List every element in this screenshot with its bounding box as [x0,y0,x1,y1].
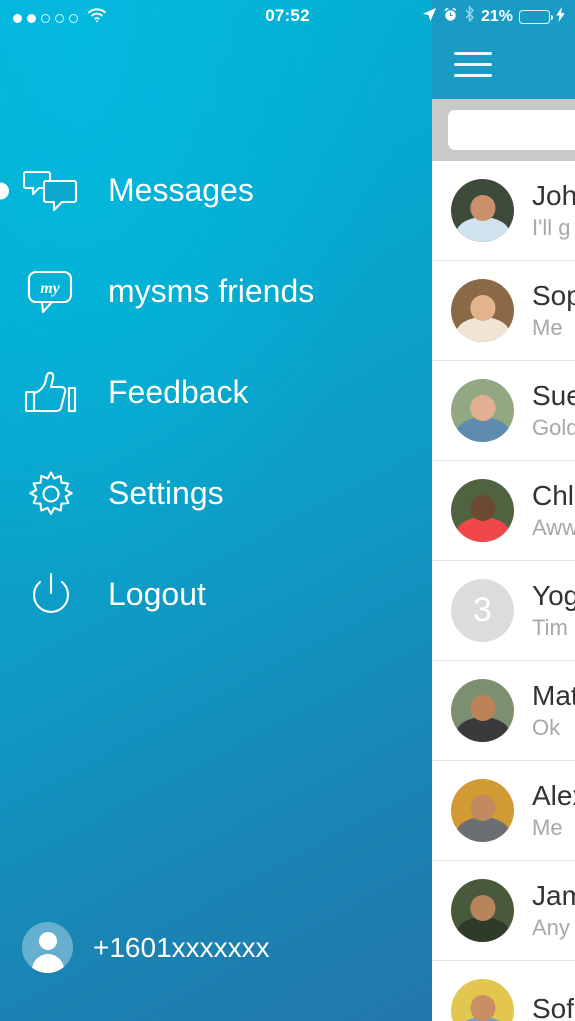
conversation-text: Sofia [532,993,575,1021]
conversation-name: Sophia [532,279,575,311]
contact-avatar [451,879,514,942]
status-bar-right: 21% [422,5,565,27]
conversation-name: Matt [532,679,575,711]
conversation-text: James Any [532,880,575,941]
conversation-name: John [532,179,575,211]
drawer-item-messages[interactable]: Messages [0,140,432,241]
active-item-indicator [0,182,9,199]
drawer-item-label: Messages [108,172,254,208]
conversation-row[interactable]: Chloe Aww [432,461,575,561]
conversation-row[interactable]: Sofia [432,961,575,1021]
hamburger-menu-icon[interactable] [454,52,492,85]
conversation-preview: I'll g [532,215,571,241]
alarm-clock-icon [443,7,458,27]
conversation-row[interactable]: James Any [432,861,575,961]
contact-avatar [451,779,514,842]
contact-avatar [451,679,514,742]
battery-percent-label: 21% [480,7,513,25]
conversation-preview: Aww [532,515,575,541]
status-bar: 07:52 21% [0,0,575,32]
conversation-text: Sophia Me [532,280,575,341]
conversation-name: Chloe [532,479,575,511]
conversation-preview: Me [532,815,563,841]
conversation-name: Alex [532,779,575,811]
conversation-row[interactable]: Sue Gold [432,361,575,461]
bluetooth-icon [464,5,475,27]
conversation-text: Matt Ok [532,680,575,741]
conversation-text: Sue Gold [532,380,575,441]
mysms-bubble-icon: my [20,268,82,316]
conversation-preview: Me [532,315,563,341]
group-count-avatar: 3 [451,579,514,642]
conversation-text: Alex Me [532,780,575,841]
conversation-row[interactable]: 3 Yoga Tim [432,561,575,661]
person-placeholder-icon [22,922,73,973]
lightning-bolt-icon [556,6,565,27]
gear-icon [20,470,82,518]
conversation-name: Sue [532,379,575,411]
drawer-item-label: Logout [108,576,206,612]
contact-avatar [451,179,514,242]
account-phone-number: +1601xxxxxxx [93,931,270,963]
power-icon [20,571,82,619]
contact-avatar [451,279,514,342]
account-footer[interactable]: +1601xxxxxxx [22,922,270,973]
conversation-row[interactable]: Alex Me [432,761,575,861]
conversation-preview: Tim [532,615,568,641]
thumbs-up-icon [20,370,82,416]
drawer-item-logout[interactable]: Logout [0,544,432,645]
conversation-preview: Any [532,915,570,941]
conversation-name: Sofia [532,992,575,1021]
drawer-item-feedback[interactable]: Feedback [0,342,432,443]
conversation-row[interactable]: Sophia Me [432,261,575,361]
conversations-panel: John I'll g Sophia Me Sue Gold Chloe Aww 3 Yoga Ti… [432,0,575,1021]
conversation-row[interactable]: John I'll g [432,161,575,261]
conversation-list: John I'll g Sophia Me Sue Gold Chloe Aww 3 Yoga Ti… [432,161,575,1021]
svg-text:my: my [40,280,60,297]
battery-icon [519,9,553,24]
drawer-item-mysms-friends[interactable]: my mysms friends [0,241,432,342]
search-input[interactable] [448,110,575,150]
contact-avatar [451,379,514,442]
drawer-item-label: mysms friends [108,273,315,309]
conversation-name: Yoga [532,579,575,611]
conversation-row[interactable]: Matt Ok [432,661,575,761]
search-bar [432,99,575,161]
location-arrow-icon [422,7,437,27]
conversation-preview: Ok [532,715,561,741]
drawer-item-label: Feedback [108,374,249,410]
conversation-preview: Gold [532,415,575,441]
conversation-text: Chloe Aww [532,480,575,541]
conversation-text: John I'll g [532,180,575,241]
drawer-item-settings[interactable]: Settings [0,443,432,544]
chat-bubbles-icon [20,168,82,214]
drawer-nav-list: Messages my mysms friends Feedback Setti… [0,140,432,645]
contact-avatar [451,479,514,542]
navigation-drawer: Messages my mysms friends Feedback Setti… [0,0,432,1021]
conversation-text: Yoga Tim [532,580,575,641]
conversation-name: James [532,879,575,911]
drawer-item-label: Settings [108,475,224,511]
contact-avatar [451,979,514,1021]
